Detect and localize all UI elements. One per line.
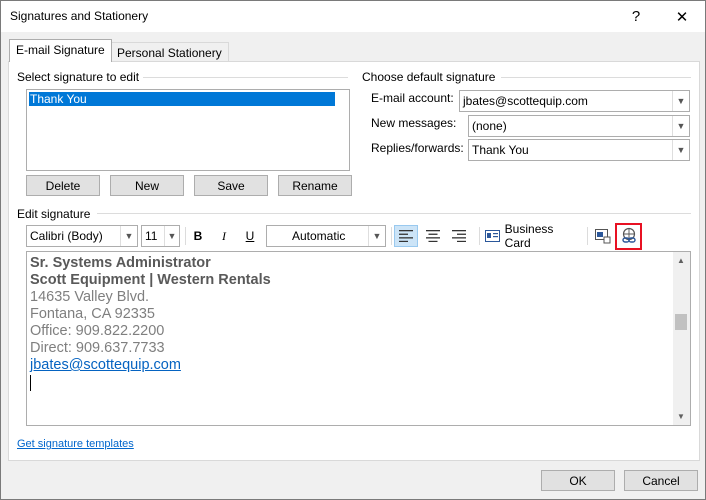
new-messages-value: (none) (472, 119, 507, 133)
font-color-value: Automatic (292, 229, 346, 243)
toolbar-separator (185, 227, 186, 245)
signature-line: Office: 909.822.2200 (30, 323, 165, 339)
chevron-down-icon: ▼ (164, 226, 179, 246)
align-center-button[interactable] (421, 225, 445, 247)
chevron-down-icon: ▼ (120, 226, 137, 246)
title-bar: Signatures and Stationery ? ✕ (1, 1, 705, 32)
divider (97, 213, 691, 214)
signature-line: 14635 Valley Blvd. (30, 289, 150, 305)
divider (143, 77, 348, 78)
new-messages-select[interactable]: (none) ▼ (468, 115, 690, 137)
align-right-button[interactable] (447, 225, 471, 247)
scroll-down-icon[interactable]: ▼ (677, 412, 685, 421)
replies-forwards-select[interactable]: Thank You ▼ (468, 139, 690, 161)
editor-scrollbar[interactable]: ▲ ▼ (673, 252, 690, 425)
signature-editor[interactable]: Sr. Systems Administrator Scott Equipmen… (26, 251, 691, 426)
edit-signature-label: Edit signature (17, 207, 91, 221)
toolbar-separator (479, 227, 480, 245)
save-button[interactable]: Save (194, 175, 268, 196)
new-button[interactable]: New (110, 175, 184, 196)
email-account-label: E-mail account: (371, 91, 454, 105)
signature-body[interactable]: Sr. Systems Administrator Scott Equipmen… (30, 255, 271, 391)
font-size-value: 11 (145, 229, 158, 243)
align-right-icon (452, 230, 466, 242)
chevron-down-icon: ▼ (368, 226, 385, 246)
rename-button[interactable]: Rename (278, 175, 352, 196)
toolbar-separator (587, 227, 588, 245)
replies-forwards-value: Thank You (472, 143, 529, 157)
email-account-select[interactable]: jbates@scottequip.com ▼ (459, 90, 690, 112)
text-cursor (30, 375, 31, 391)
underline-button[interactable]: U (241, 225, 259, 247)
font-size-select[interactable]: 11 ▼ (141, 225, 180, 247)
business-card-icon (485, 230, 500, 242)
get-templates-link[interactable]: Get signature templates (17, 438, 134, 450)
tab-email-signature[interactable]: E-mail Signature (9, 39, 112, 62)
toolbar-separator (391, 227, 392, 245)
chevron-down-icon: ▼ (672, 91, 689, 111)
font-value: Calibri (Body) (30, 229, 103, 243)
business-card-button[interactable]: Business Card (485, 222, 581, 250)
font-select[interactable]: Calibri (Body) ▼ (26, 225, 138, 247)
new-messages-label: New messages: (371, 116, 457, 130)
font-color-select[interactable]: Automatic ▼ (266, 225, 386, 247)
scroll-up-icon[interactable]: ▲ (677, 256, 685, 265)
divider (501, 77, 691, 78)
scroll-thumb[interactable] (675, 314, 687, 330)
bold-button[interactable]: B (189, 225, 207, 247)
list-item[interactable]: Thank You (29, 92, 335, 106)
select-signature-label: Select signature to edit (17, 70, 140, 84)
align-left-icon (399, 230, 413, 242)
signature-email-link[interactable]: jbates@scottequip.com (30, 357, 271, 374)
picture-icon (595, 229, 611, 244)
chevron-down-icon: ▼ (672, 140, 689, 160)
business-card-label: Business Card (504, 222, 554, 250)
help-button[interactable]: ? (613, 1, 659, 32)
ok-button[interactable]: OK (541, 470, 615, 491)
delete-button[interactable]: Delete (26, 175, 100, 196)
signatures-dialog: Signatures and Stationery ? ✕ E-mail Sig… (0, 0, 706, 500)
signature-list[interactable]: Thank You (26, 89, 350, 171)
italic-button[interactable]: I (215, 225, 233, 247)
signature-line: Direct: 909.637.7733 (30, 340, 165, 356)
signature-line: Sr. Systems Administrator (30, 255, 211, 271)
insert-picture-button[interactable] (592, 225, 614, 247)
signature-line: Scott Equipment | Western Rentals (30, 272, 271, 288)
replies-forwards-label: Replies/forwards: (371, 141, 464, 155)
chevron-down-icon: ▼ (672, 116, 689, 136)
email-account-value: jbates@scottequip.com (463, 94, 588, 108)
close-button[interactable]: ✕ (659, 1, 705, 32)
tab-personal-stationery[interactable]: Personal Stationery (110, 42, 229, 63)
signature-line: Fontana, CA 92335 (30, 306, 155, 322)
window-title: Signatures and Stationery (10, 9, 149, 23)
highlight-box (615, 223, 642, 250)
align-center-icon (426, 230, 440, 242)
cancel-button[interactable]: Cancel (624, 470, 698, 491)
default-signature-label: Choose default signature (362, 70, 496, 84)
align-left-button[interactable] (394, 225, 418, 247)
